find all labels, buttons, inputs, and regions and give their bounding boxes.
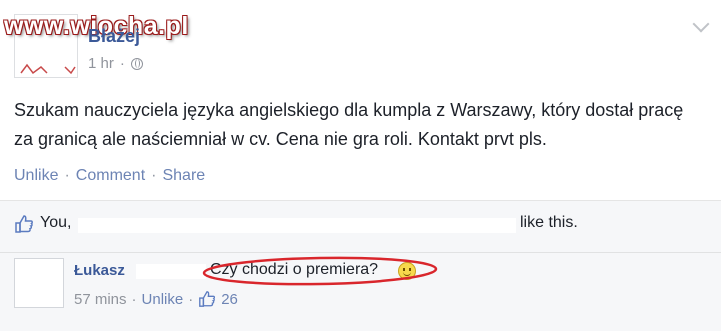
- commenter-avatar[interactable]: [14, 258, 64, 308]
- redacted-surname: [136, 264, 206, 279]
- thumbs-up-icon[interactable]: [198, 290, 216, 308]
- comment-like-count[interactable]: 26: [221, 291, 238, 308]
- likes-suffix: like this.: [520, 214, 578, 231]
- post-text: Szukam nauczyciela języka angielskiego d…: [14, 100, 684, 149]
- post-meta: 1 hr ·: [88, 55, 143, 72]
- action-separator: ·: [151, 167, 157, 184]
- action-separator: ·: [64, 167, 70, 184]
- comment-meta: 57 mins · Unlike · 26: [74, 290, 238, 308]
- post-author[interactable]: Błażej: [88, 26, 140, 47]
- globe-icon[interactable]: [130, 57, 143, 70]
- comment-author[interactable]: Łukasz: [74, 262, 125, 279]
- comment-separator: ·: [131, 290, 137, 308]
- meta-separator: ·: [119, 55, 125, 72]
- comment-unlike-button[interactable]: Unlike: [142, 291, 184, 308]
- post-time[interactable]: 1 hr: [88, 55, 114, 72]
- share-button[interactable]: Share: [162, 167, 205, 185]
- comment-separator: ·: [188, 290, 194, 308]
- facebook-post: www.wiocha.pl Błażej 1 hr · Szukam naucz…: [0, 0, 721, 331]
- comment-time[interactable]: 57 mins: [74, 291, 127, 308]
- comment-button[interactable]: Comment: [76, 167, 145, 185]
- redacted-names: [78, 218, 516, 233]
- post-actions: Unlike · Comment · Share: [14, 167, 205, 185]
- red-highlight-ellipse: [202, 256, 438, 286]
- chevron-down-icon[interactable]: [692, 15, 710, 33]
- likes-you-label[interactable]: You,: [40, 214, 71, 232]
- unlike-button[interactable]: Unlike: [14, 167, 58, 185]
- thumbs-up-icon: [15, 215, 33, 233]
